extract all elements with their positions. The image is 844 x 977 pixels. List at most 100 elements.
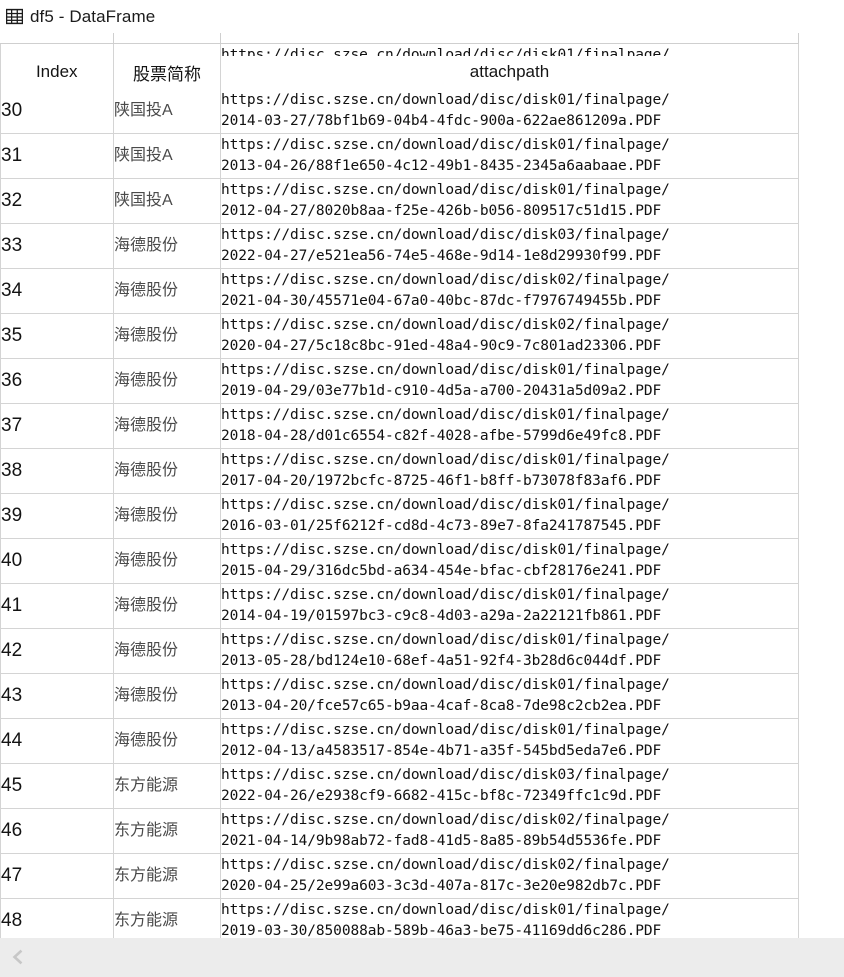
cell-stock-name[interactable]: 海德股份 [113,358,221,404]
attachpath-line-2: 2015-04-29/316dc5bd-a634-454e-bfac-cbf28… [221,562,662,579]
table-row[interactable]: 35 海德股份 https://disc.szse.cn/download/disc… [0,313,799,359]
table-row[interactable]: 37 海德股份 https://disc.szse.cn/download/disc… [0,403,799,449]
cell-index[interactable]: 41 [0,583,114,629]
table-row[interactable]: 38 海德股份 https://disc.szse.cn/download/disc… [0,448,799,494]
table-row[interactable]: 32 陕国投A https://disc.szse.cn/download/disc… [0,178,799,224]
attachpath-line-2: 2022-04-26/e2938cf9-6682-415c-bf8c-72349… [221,787,662,804]
cell-attachpath[interactable]: https://disc.szse.cn/download/disc/disk0… [220,178,799,224]
table-row[interactable]: 31 陕国投A https://disc.szse.cn/download/disc… [0,133,799,179]
table-row[interactable]: 42 海德股份 https://disc.szse.cn/download/disc… [0,628,799,674]
cell-attachpath[interactable]: https://disc.szse.cn/download/disc/disk0… [220,493,799,539]
cell-stock-name[interactable]: 陕国投A [113,88,221,134]
attachpath-line-1: https://disc.szse.cn/download/disc/disk0… [221,316,670,333]
cell-index[interactable]: 40 [0,538,114,584]
cell-attachpath[interactable]: https://disc.szse.cn/download/disc/disk0… [220,133,799,179]
chevron-left-icon[interactable] [8,947,28,967]
table-row[interactable]: 44 海德股份 https://disc.szse.cn/download/disc… [0,718,799,764]
cell-attachpath[interactable]: https://disc.szse.cn/download/disc/disk0… [220,853,799,899]
table-row[interactable]: 43 海德股份 https://disc.szse.cn/download/disc… [0,673,799,719]
cell-index[interactable]: 30 [0,88,114,134]
cell-stock-name[interactable]: 海德股份 [113,448,221,494]
cell-index[interactable]: 47 [0,853,114,899]
cell-attachpath[interactable]: https://disc.szse.cn/download/disc/disk0… [220,808,799,854]
attachpath-line-2: 2020-04-25/2e99a603-3c3d-407a-817c-3e20e… [221,877,662,894]
attachpath-line-2: 2016-03-01/25f6212f-cd8d-4c73-89e7-8fa24… [221,517,662,534]
cell-stock-name[interactable]: 东方能源 [113,898,221,938]
cell-index[interactable]: 37 [0,403,114,449]
cell-index[interactable]: 31 [0,133,114,179]
cell-index[interactable]: 46 [0,808,114,854]
table-viewport[interactable]: Index 股票简称 attachpath 29陕国投Ahttps://disc… [0,33,844,938]
attachpath-line-1: https://disc.szse.cn/download/disc/disk0… [221,586,670,603]
table-grid-icon [6,8,23,25]
cell-stock-name[interactable]: 海德股份 [113,718,221,764]
cell-attachpath[interactable]: https://disc.szse.cn/download/disc/disk0… [220,268,799,314]
attachpath-line-1: https://disc.szse.cn/download/disc/disk0… [221,271,670,288]
attachpath-line-2: 2022-04-27/e521ea56-74e5-468e-9d14-1e8d2… [221,247,662,264]
cell-stock-name[interactable]: 海德股份 [113,583,221,629]
attachpath-line-2: 2014-03-27/78bf1b69-04b4-4fdc-900a-622ae… [221,112,662,129]
cell-index[interactable]: 34 [0,268,114,314]
attachpath-line-1: https://disc.szse.cn/download/disc/disk0… [221,721,670,738]
attachpath-line-1: https://disc.szse.cn/download/disc/disk0… [221,541,670,558]
table-row[interactable]: 34 海德股份 https://disc.szse.cn/download/disc… [0,268,799,314]
attachpath-line-2: 2014-04-19/01597bc3-c9c8-4d03-a29a-2a221… [221,607,662,624]
column-header-attachpath[interactable]: attachpath [220,56,799,90]
cell-attachpath[interactable]: https://disc.szse.cn/download/disc/disk0… [220,718,799,764]
table-row[interactable]: 45 东方能源 https://disc.szse.cn/download/disc… [0,763,799,809]
cell-attachpath[interactable]: https://disc.szse.cn/download/disc/disk0… [220,538,799,584]
table-row[interactable]: 36 海德股份 https://disc.szse.cn/download/disc… [0,358,799,404]
table-body: 29陕国投Ahttps://disc.szse.cn/download/disc… [0,43,799,939]
table-row[interactable]: 39 海德股份 https://disc.szse.cn/download/disc… [0,493,799,539]
cell-stock-name[interactable]: 海德股份 [113,403,221,449]
cell-attachpath[interactable]: https://disc.szse.cn/download/disc/disk0… [220,898,799,939]
cell-stock-name[interactable]: 海德股份 [113,628,221,674]
table-row[interactable]: 33 海德股份 https://disc.szse.cn/download/disc… [0,223,799,269]
cell-attachpath[interactable]: https://disc.szse.cn/download/disc/disk0… [220,403,799,449]
cell-stock-name[interactable]: 东方能源 [113,808,221,854]
cell-stock-name[interactable]: 海德股份 [113,493,221,539]
cell-stock-name[interactable]: 海德股份 [113,538,221,584]
cell-stock-name[interactable]: 东方能源 [113,853,221,899]
cell-index[interactable]: 44 [0,718,114,764]
cell-attachpath[interactable]: https://disc.szse.cn/download/disc/disk0… [220,628,799,674]
cell-stock-name[interactable]: 陕国投A [113,178,221,224]
cell-attachpath[interactable]: https://disc.szse.cn/download/disc/disk0… [220,358,799,404]
cell-attachpath[interactable]: https://disc.szse.cn/download/disc/disk0… [220,223,799,269]
cell-index[interactable]: 39 [0,493,114,539]
table-row[interactable]: 30 陕国投A https://disc.szse.cn/download/disc… [0,88,799,134]
attachpath-line-2: 2019-03-30/850088ab-589b-46a3-be75-41169… [221,922,662,939]
cell-index[interactable]: 35 [0,313,114,359]
column-header-stock-name[interactable]: 股票简称 [113,56,221,90]
cell-stock-name[interactable]: 海德股份 [113,268,221,314]
table-row[interactable]: 46 东方能源 https://disc.szse.cn/download/disc… [0,808,799,854]
cell-index[interactable]: 48 [0,898,114,938]
cell-index[interactable]: 38 [0,448,114,494]
cell-index[interactable]: 42 [0,628,114,674]
cell-attachpath[interactable]: https://disc.szse.cn/download/disc/disk0… [220,448,799,494]
cell-index[interactable]: 33 [0,223,114,269]
table-row[interactable]: 41 海德股份 https://disc.szse.cn/download/disc… [0,583,799,629]
cell-attachpath[interactable]: https://disc.szse.cn/download/disc/disk0… [220,673,799,719]
table-row[interactable]: 40 海德股份 https://disc.szse.cn/download/disc… [0,538,799,584]
cell-stock-name[interactable]: 陕国投A [113,133,221,179]
cell-index[interactable]: 45 [0,763,114,809]
table-row[interactable]: 48 东方能源 https://disc.szse.cn/download/disc… [0,898,799,939]
attachpath-line-2: 2012-04-27/8020b8aa-f25e-426b-b056-80951… [221,202,662,219]
horizontal-scrollbar[interactable] [0,938,844,977]
table-row[interactable]: 47 东方能源 https://disc.szse.cn/download/disc… [0,853,799,899]
cell-stock-name[interactable]: 海德股份 [113,223,221,269]
cell-index[interactable]: 36 [0,358,114,404]
cell-stock-name[interactable]: 海德股份 [113,313,221,359]
attachpath-line-1: https://disc.szse.cn/download/disc/disk0… [221,406,670,423]
cell-attachpath[interactable]: https://disc.szse.cn/download/disc/disk0… [220,313,799,359]
cell-index[interactable]: 43 [0,673,114,719]
cell-stock-name[interactable]: 东方能源 [113,763,221,809]
table-scroll-content: Index 股票简称 attachpath 29陕国投Ahttps://disc… [0,33,800,938]
cell-attachpath[interactable]: https://disc.szse.cn/download/disc/disk0… [220,763,799,809]
cell-index[interactable]: 32 [0,178,114,224]
cell-stock-name[interactable]: 海德股份 [113,673,221,719]
column-header-index[interactable]: Index [0,56,114,90]
cell-attachpath[interactable]: https://disc.szse.cn/download/disc/disk0… [220,583,799,629]
cell-attachpath[interactable]: https://disc.szse.cn/download/disc/disk0… [220,88,799,134]
